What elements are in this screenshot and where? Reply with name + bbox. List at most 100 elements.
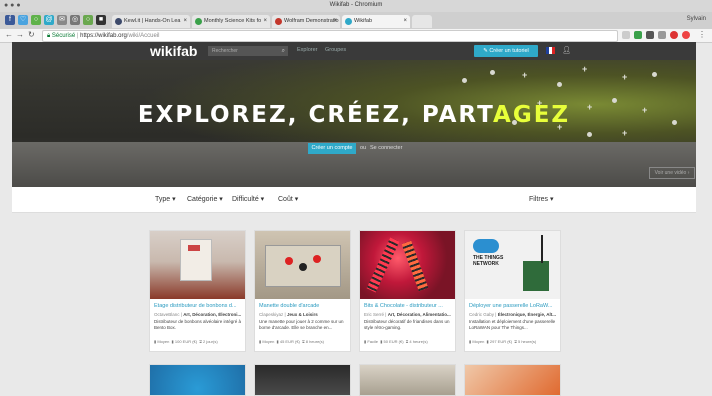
new-tab-button[interactable] [412, 15, 432, 28]
card-meta: OctaveBlanc | Art, Décoration, Électroni… [154, 312, 242, 317]
tutorial-card-image[interactable] [464, 364, 561, 396]
url-input[interactable]: 🔒︎ Sécurisé | https://wikifab.org/wiki/A… [42, 30, 618, 42]
nav-groupes[interactable]: Groupes [325, 47, 346, 53]
extension-red-icon[interactable] [670, 31, 678, 39]
create-tutorial-button[interactable]: ✎ Créer un tutoriel [474, 45, 538, 57]
tab-label: Wolfram Demonstratio [284, 18, 339, 24]
card-duration: 8 heure(s) [305, 339, 324, 344]
tab-favicon-icon [195, 18, 202, 25]
tab-label: Monthly Science Kits fo [204, 18, 262, 24]
facebook-icon[interactable]: f [5, 15, 15, 25]
card-meta: Eric Serré | Art, Décoration, Alimentati… [364, 312, 451, 317]
user-icon[interactable]: 👤︎ [562, 46, 571, 54]
menu-kebab-icon[interactable]: ⋮ [698, 30, 706, 39]
card-image [360, 231, 455, 299]
close-tab-icon[interactable]: × [263, 15, 267, 28]
antenna-image [541, 235, 543, 263]
card-description: Installation et déploiement d'une passer… [469, 319, 556, 330]
square-icon[interactable]: ■ [96, 15, 106, 25]
close-tab-icon[interactable]: × [333, 15, 337, 28]
forward-arrow-icon[interactable]: → [16, 30, 24, 39]
star-icon[interactable] [622, 31, 630, 39]
tutorial-card[interactable]: Bits & Chocolate - distributeur ... Eric… [359, 230, 456, 352]
tab-wikifab[interactable]: Wikifab × [342, 15, 410, 28]
mail-icon[interactable]: ✉ [57, 15, 67, 25]
card-title[interactable]: Étage distributeur de bonbons d... [154, 303, 242, 309]
card-footer: ▮ Moyen ▮ 45 EUR (€) ⌛︎ 8 heure(s) [259, 339, 324, 344]
card-author[interactable]: Cedric Gaby [469, 312, 494, 317]
card-categories: Art, Décoration, Électroni... [183, 312, 242, 317]
card-title[interactable]: Bits & Chocolate - distributeur ... [364, 303, 452, 309]
tab-favicon-icon [275, 18, 282, 25]
filter-more[interactable]: Filtres ▾ [529, 195, 554, 203]
card-level: Facile [367, 339, 378, 344]
card-description: Distributeur décoratif de friandises dan… [364, 319, 450, 330]
nav-explorer[interactable]: Explorer [297, 47, 317, 53]
card-duration: 4 heure(s) [409, 339, 428, 344]
site-logo[interactable]: wikifab [150, 43, 197, 59]
heart-icon[interactable]: ♡ [18, 15, 28, 25]
url-domain: https://wikifab.org [80, 33, 127, 39]
peg-icon [490, 70, 495, 75]
things-network-logo: THE THINGS NETWORK [473, 255, 504, 267]
tutorial-card-image[interactable] [149, 364, 246, 396]
card-author[interactable]: Eric Serré [364, 312, 384, 317]
led-strip-image [401, 240, 429, 292]
card-categories: Art, Décoration, Alimentatio... [387, 312, 451, 317]
window-title: Wikifab - Chromium [329, 2, 383, 8]
led-strip-image [366, 237, 400, 293]
tab-label: Kewl.it | Hands-On Lea [124, 18, 181, 24]
hero-headline: EXPLOREZ, CRÉEZ, PARTAGEZ [12, 102, 696, 128]
extension-green-icon[interactable] [634, 31, 642, 39]
tutorial-card[interactable]: THE THINGS NETWORK Déployer une passerell… [464, 230, 561, 352]
card-description: Une manette pour jouer à 2 comme sur un … [259, 319, 344, 330]
card-author[interactable]: Clapeskiyaz [259, 312, 283, 317]
card-author[interactable]: OctaveBlanc [154, 312, 180, 317]
reload-icon[interactable]: ↻ [28, 30, 35, 39]
card-title[interactable]: Manette double d'arcade [259, 303, 347, 309]
search-icon[interactable]: ⌕ [282, 46, 285, 56]
card-footer: ▮ Moyen ▮ 100 EUR (€) ⌛︎ 2 jour(s) [154, 339, 218, 344]
search-extension-icon[interactable]: ○ [31, 15, 41, 25]
tutorial-card[interactable]: Manette double d'arcade Clapeskiyaz | Je… [254, 230, 351, 352]
filter-bar: Type ▾ Catégorie ▾ Difficulté ▾ Coût ▾ F… [12, 187, 696, 213]
close-tab-icon[interactable]: × [403, 15, 407, 28]
card-title[interactable]: Déployer une passerelle LoRaW... [469, 303, 557, 309]
tab-kewl[interactable]: Kewl.it | Hands-On Lea × [112, 15, 190, 28]
tab-wolfram[interactable]: Wolfram Demonstratio × [272, 15, 340, 28]
filter-category[interactable]: Catégorie ▾ [187, 195, 223, 203]
card-image: THE THINGS NETWORK [465, 231, 560, 299]
tab-science-kits[interactable]: Monthly Science Kits fo × [192, 15, 270, 28]
tab-bar: f ♡ ○ @ ✉ ◎ ○ ■ Kewl.it | Hands-On Lea ×… [0, 12, 712, 29]
login-link[interactable]: Se connecter [370, 145, 402, 151]
card-image [150, 231, 245, 299]
github-icon[interactable]: ◎ [70, 15, 80, 25]
headline-text: EXPLOREZ, CRÉEZ, PART [137, 102, 494, 128]
arcade-button-image [285, 257, 293, 265]
peg-icon [652, 72, 657, 77]
peg-icon [557, 82, 562, 87]
circle-icon[interactable]: ○ [83, 15, 93, 25]
filter-type[interactable]: Type ▾ [155, 195, 176, 203]
tab-favicon-icon [345, 18, 352, 25]
extension-dark-icon[interactable] [646, 31, 654, 39]
french-flag-icon[interactable] [546, 47, 555, 54]
watch-video-button[interactable]: Voir une vidéo › [649, 167, 695, 179]
url-path: /wiki/Accueil [126, 33, 160, 39]
filter-cost[interactable]: Coût ▾ [278, 195, 298, 203]
site-search-input[interactable]: Rechercher ⌕ [208, 46, 288, 56]
back-arrow-icon[interactable]: ← [5, 30, 13, 39]
profile-name[interactable]: Sylvain [687, 16, 706, 22]
card-cost: 297 EUR (€) [489, 339, 513, 344]
card-image [255, 231, 350, 299]
close-tab-icon[interactable]: × [183, 15, 187, 28]
extension-opera-icon[interactable] [682, 31, 690, 39]
extension-grey-icon[interactable] [658, 31, 666, 39]
create-account-button[interactable]: Créer un compte [308, 143, 356, 154]
tutorial-card-image[interactable] [359, 364, 456, 396]
tutorial-card-image[interactable] [254, 364, 351, 396]
filter-difficulty[interactable]: Difficulté ▾ [232, 195, 264, 203]
at-icon[interactable]: @ [44, 15, 54, 25]
peg-icon [462, 78, 467, 83]
tutorial-card[interactable]: Étage distributeur de bonbons d... Octav… [149, 230, 246, 352]
